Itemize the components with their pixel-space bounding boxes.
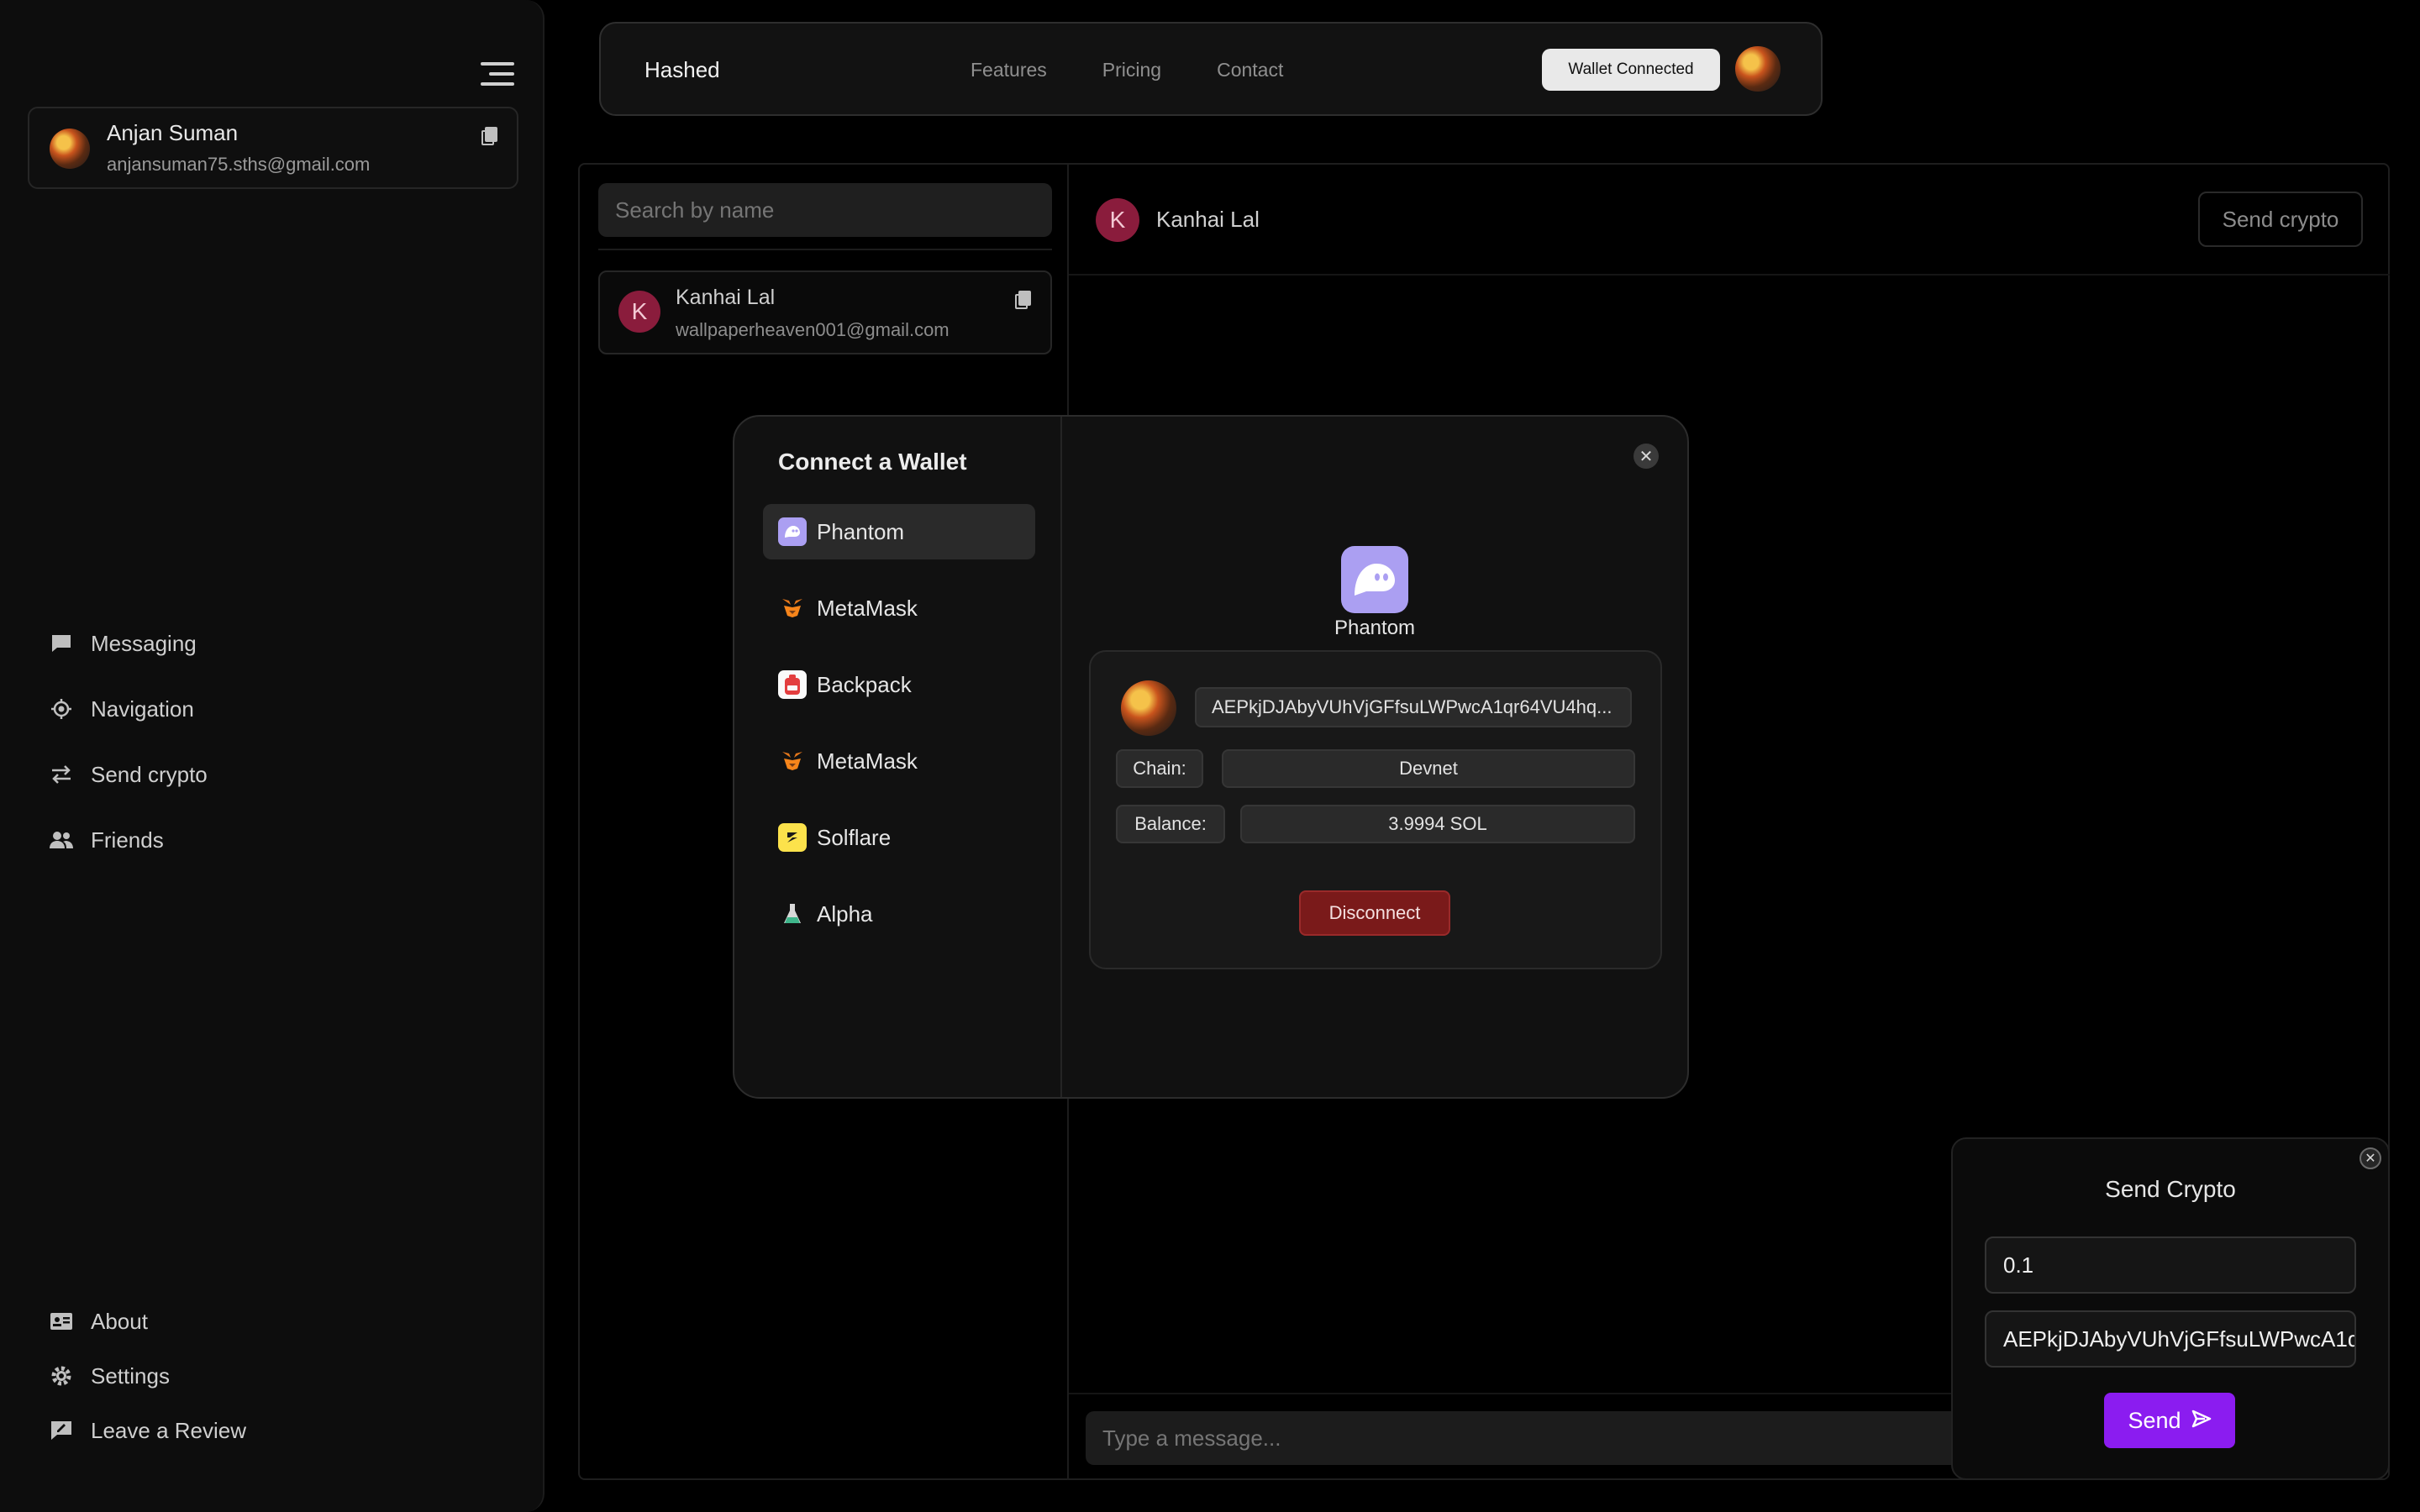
user-avatar: [50, 129, 90, 169]
message-input[interactable]: [1086, 1411, 2010, 1465]
gear-icon: [49, 1363, 74, 1389]
phantom-icon: [778, 517, 807, 546]
wallet-avatar: [1121, 680, 1176, 736]
backpack-icon: [778, 670, 807, 699]
profile-avatar[interactable]: [1735, 46, 1781, 92]
divider: [1060, 417, 1062, 1097]
menu-icon[interactable]: [481, 62, 514, 87]
brand-logo[interactable]: Hashed: [644, 57, 720, 83]
top-navbar: Hashed Features Pricing Contact Wallet C…: [599, 22, 1823, 116]
phantom-icon: [1341, 546, 1408, 613]
wallet-connected-button[interactable]: Wallet Connected: [1542, 49, 1720, 91]
chat-icon: [49, 631, 74, 656]
recipient-address-input[interactable]: AEPkjDJAbyVUhVjGFfsuLWPwcA1qr64VU4hq: [1985, 1310, 2356, 1368]
wallet-option-backpack[interactable]: Backpack: [763, 657, 1035, 712]
wallet-option-phantom[interactable]: Phantom: [763, 504, 1035, 559]
wallet-address[interactable]: AEPkjDJAbyVUhVjGFfsuLWPwcA1qr64VU4hq...: [1195, 687, 1632, 727]
close-icon[interactable]: ✕: [2360, 1147, 2381, 1169]
nav-item-friends[interactable]: Friends: [49, 823, 502, 857]
wallet-name: Solflare: [817, 824, 892, 850]
chat-contact-name: Kanhai Lal: [1156, 207, 1260, 232]
user-email: anjansuman75.sths@gmail.com: [107, 154, 371, 175]
link-features[interactable]: Features: [971, 59, 1047, 81]
nav-label: Friends: [91, 827, 164, 853]
wallet-option-metamask[interactable]: MetaMask: [763, 580, 1035, 636]
user-name: Anjan Suman: [107, 120, 239, 145]
nav-label: Settings: [91, 1362, 170, 1389]
nav-label: Navigation: [91, 696, 194, 722]
contact-email: wallpaperheaven001@gmail.com: [676, 319, 950, 340]
metamask-icon: [778, 747, 807, 775]
connect-wallet-modal: Connect a Wallet Phantom MetaMask Backpa…: [733, 415, 1689, 1099]
nav-item-navigation[interactable]: Navigation: [49, 692, 502, 726]
review-icon: [49, 1418, 74, 1443]
contact-avatar: K: [618, 291, 660, 333]
nav-item-about[interactable]: About: [49, 1305, 502, 1338]
chain-label: Chain:: [1116, 749, 1203, 788]
send-icon: [2191, 1408, 2212, 1434]
wallet-name: Backpack: [817, 671, 912, 697]
disconnect-button[interactable]: Disconnect: [1299, 890, 1450, 936]
nav-item-messaging[interactable]: Messaging: [49, 627, 502, 660]
alpha-icon: [778, 900, 807, 928]
link-pricing[interactable]: Pricing: [1102, 59, 1161, 81]
copy-icon[interactable]: [1015, 291, 1031, 309]
contact-item[interactable]: K Kanhai Lal wallpaperheaven001@gmail.co…: [598, 270, 1052, 354]
solflare-icon: [778, 823, 807, 852]
wallet-name: MetaMask: [817, 595, 918, 621]
search-input[interactable]: [598, 183, 1052, 237]
compass-icon: [49, 696, 74, 722]
bottom-nav: About Settings Leave a Review: [49, 1305, 502, 1468]
top-links: Features Pricing Contact: [971, 59, 1283, 81]
nav-label: About: [91, 1308, 148, 1334]
nav-item-leave-review[interactable]: Leave a Review: [49, 1414, 502, 1447]
send-crypto-panel: ✕ Send Crypto 0.1 AEPkjDJAbyVUhVjGFfsuLW…: [1951, 1137, 2390, 1480]
wallet-name: Alpha: [817, 900, 873, 927]
divider: [598, 249, 1052, 250]
close-icon[interactable]: ✕: [1634, 444, 1659, 469]
nav-item-send-crypto[interactable]: Send crypto: [49, 758, 502, 791]
nav-label: Messaging: [91, 630, 197, 656]
modal-title: Connect a Wallet: [778, 449, 967, 475]
main-nav: Messaging Navigation Send crypto Friends: [49, 627, 502, 889]
send-panel-title: Send Crypto: [2105, 1176, 2236, 1202]
wallet-option-metamask[interactable]: MetaMask: [763, 733, 1035, 789]
amount-input[interactable]: 0.1: [1985, 1236, 2356, 1294]
nav-label: Leave a Review: [91, 1417, 246, 1443]
users-icon: [49, 827, 74, 853]
copy-icon[interactable]: [481, 127, 497, 145]
wallet-details-card: AEPkjDJAbyVUhVjGFfsuLWPwcA1qr64VU4hq... …: [1089, 650, 1662, 969]
chain-value: Devnet: [1222, 749, 1635, 788]
selected-wallet-name: Phantom: [1334, 617, 1416, 639]
id-card-icon: [49, 1309, 74, 1334]
transfer-icon: [49, 762, 74, 787]
sidebar: Anjan Suman anjansuman75.sths@gmail.com …: [0, 0, 544, 1512]
wallet-name: Phantom: [817, 518, 905, 544]
chat-avatar: K: [1096, 198, 1139, 242]
balance-value: 3.9994 SOL: [1240, 805, 1635, 843]
link-contact[interactable]: Contact: [1217, 59, 1283, 81]
balance-label: Balance:: [1116, 805, 1225, 843]
nav-label: Send crypto: [91, 761, 208, 787]
send-crypto-button[interactable]: Send crypto: [2198, 192, 2363, 247]
divider: [1069, 274, 2390, 276]
nav-item-settings[interactable]: Settings: [49, 1359, 502, 1393]
send-button[interactable]: Send: [2104, 1393, 2235, 1448]
contact-name: Kanhai Lal: [676, 286, 776, 309]
user-card[interactable]: Anjan Suman anjansuman75.sths@gmail.com: [28, 107, 518, 189]
send-label: Send: [2128, 1407, 2181, 1433]
wallet-name: MetaMask: [817, 748, 918, 774]
metamask-icon: [778, 594, 807, 622]
wallet-option-alpha[interactable]: Alpha: [763, 886, 1035, 942]
wallet-list: Phantom MetaMask Backpack MetaMask Solfl…: [763, 504, 1035, 963]
wallet-option-solflare[interactable]: Solflare: [763, 810, 1035, 865]
